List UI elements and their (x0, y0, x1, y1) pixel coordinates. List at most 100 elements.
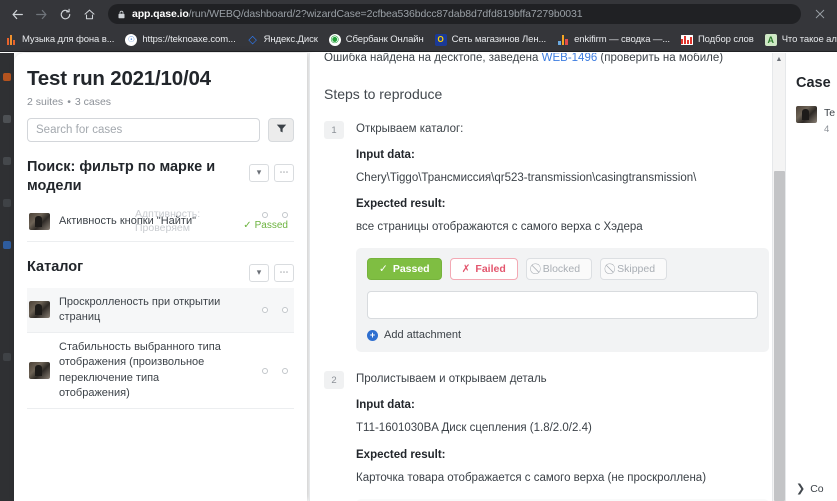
bug-note: Ошибка найдена на десктопе, заведена WEB… (324, 53, 769, 66)
comment-input[interactable] (367, 291, 758, 320)
avatar (29, 362, 50, 379)
list-item[interactable]: Стабильность выбранного типа отображения… (27, 333, 294, 409)
filter-icon (276, 121, 287, 139)
avatar (29, 212, 50, 230)
rail-icon-6[interactable] (3, 353, 11, 361)
home-icon[interactable] (78, 3, 100, 25)
bookmark-item[interactable]: A Что такое альтерна... (764, 33, 837, 46)
status-button-group: ✓ Passed ✗ Failed ⃠ Blocked (367, 258, 758, 281)
forward-arrow-icon[interactable] (30, 3, 52, 25)
page-title: Test run 2021/10/04 (27, 67, 211, 90)
status-dots (262, 306, 288, 313)
check-icon: ✓ (379, 263, 388, 276)
failed-button[interactable]: ✗ Failed (449, 258, 518, 281)
status-dot[interactable] (282, 306, 288, 313)
check-icon: ✓ (243, 219, 252, 231)
bug-note-suffix: (проверить на мобиле) (597, 53, 724, 64)
bookmark-item[interactable]: ◉ Сбербанк Онлайн (328, 33, 424, 46)
url-host: app.qase.io (132, 8, 189, 20)
reload-icon[interactable] (54, 3, 76, 25)
avatar (29, 301, 50, 319)
input-data-value: T11-1601030BA Диск сцепления (1.8/2.0/2.… (356, 422, 592, 435)
suite-actions: ▾ ⋯ (249, 158, 294, 182)
side-panel-footer[interactable]: ❯ Co (796, 482, 824, 496)
case-title: Стабильность выбранного типа отображения… (59, 341, 221, 399)
input-data-label: Input data: (356, 149, 415, 162)
app-body: Test run 2021/10/04 2 suites•3 cases Пои… (0, 53, 837, 501)
suite-case-list: Проскролленость при открытии страниц Ста… (27, 287, 294, 409)
step-number: 1 (324, 121, 344, 140)
bug-note-prefix: Ошибка найдена на десктопе, заведена (324, 53, 542, 64)
section-title: Steps to reproduce (324, 86, 443, 103)
content-scrollbar[interactable]: ▲ (772, 53, 785, 501)
chevron-down-icon[interactable]: ▾ (249, 163, 269, 182)
bookmark-label: Сеть магазинов Лен... (451, 34, 547, 45)
status-dot[interactable] (282, 211, 288, 218)
ellipsis-icon[interactable]: ⋯ (274, 163, 294, 182)
bookmark-item[interactable]: enkifirm — сводка —... (557, 34, 670, 46)
blocked-label: Blocked (542, 263, 581, 276)
list-item[interactable]: Активность кнопки "Найти" Адптивность: П… (27, 202, 294, 242)
input-data-value: Chery\Tiggo\Трансмиссия\qr523-transmissi… (356, 172, 697, 185)
scroll-up-arrow-icon[interactable]: ▲ (773, 53, 785, 66)
side-item-sub: 4 (824, 123, 830, 135)
globe-icon: ☉ (125, 33, 138, 46)
bookmark-item[interactable]: ☉ https://teknoaxe.com... (125, 33, 236, 46)
bookmark-item[interactable]: ◇ Яндекс.Диск (247, 34, 317, 46)
rail-icon-1[interactable] (3, 73, 11, 81)
scrollbar-thumb[interactable] (774, 171, 785, 501)
step-title: Открываем каталог: (356, 123, 464, 136)
lenta-icon: O (434, 33, 447, 46)
bars-icon (557, 34, 569, 46)
suite-header[interactable]: Каталог ▾ ⋯ (27, 258, 294, 282)
step-item: 1 Открываем каталог: Input data: Chery\T… (324, 121, 769, 353)
case-detail-content: Ошибка найдена на десктопе, заведена WEB… (309, 53, 785, 501)
expected-result-label: Expected result: (356, 198, 446, 211)
rail-icon-3[interactable] (3, 157, 11, 165)
step-item: 2 Пролистываем и открываем деталь Input … (324, 371, 769, 501)
list-item[interactable]: Проскролленость при открытии страниц (27, 287, 294, 334)
rail-icon-2[interactable] (3, 115, 11, 123)
add-attachment-button[interactable]: + Add attachment (367, 329, 758, 341)
search-input[interactable] (27, 117, 260, 142)
bookmark-item[interactable]: Музыка для фона в... (5, 34, 114, 46)
skipped-button[interactable]: ⃠ Skipped (600, 258, 668, 281)
bookmark-item[interactable]: O Сеть магазинов Лен... (434, 33, 547, 46)
suite-header[interactable]: Поиск: фильтр по марке и модели ▾ ⋯ (27, 158, 294, 196)
suite-actions: ▾ ⋯ (249, 258, 294, 282)
blocked-button[interactable]: ⃠ Blocked (525, 258, 593, 281)
suite-title: Каталог (27, 258, 84, 275)
list-item[interactable]: Te 4 (796, 106, 837, 138)
search-row (27, 117, 294, 142)
ellipsis-icon[interactable]: ⋯ (274, 263, 294, 282)
suite-case-list: Активность кнопки "Найти" Адптивность: П… (27, 202, 294, 242)
status-dot[interactable] (262, 211, 268, 218)
rail-icon-5[interactable] (3, 241, 11, 249)
chevron-down-icon[interactable]: ▾ (249, 263, 269, 282)
status-dot[interactable] (262, 367, 268, 374)
rail-icon-4[interactable] (3, 199, 11, 207)
bookmark-item[interactable]: Подбор слов (680, 34, 754, 46)
case-title: Активность кнопки "Найти" (59, 214, 196, 227)
back-arrow-icon[interactable] (6, 3, 28, 25)
yandex-disk-icon: ◇ (248, 34, 257, 46)
letter-a-icon: A (764, 33, 777, 46)
avatar (796, 106, 817, 123)
chevron-right-icon: ❯ (796, 483, 806, 495)
bookmark-label: Подбор слов (697, 34, 754, 45)
case-side-panel: Case Te 4 ❯ Co (785, 53, 837, 501)
filter-button[interactable] (268, 117, 294, 142)
status-dot[interactable] (262, 306, 268, 313)
passed-button[interactable]: ✓ Passed (367, 258, 442, 281)
status-dot[interactable] (282, 367, 288, 374)
address-bar[interactable]: app.qase.io/run/WEBQ/dashboard/2?wizardC… (108, 4, 801, 24)
passed-label: Passed (392, 263, 430, 276)
extensions-icon[interactable] (809, 3, 831, 25)
test-run-panel: Test run 2021/10/04 2 suites•3 cases Пои… (14, 53, 307, 501)
browser-window: app.qase.io/run/WEBQ/dashboard/2?wizardC… (0, 0, 837, 501)
bug-link[interactable]: WEB-1496 (542, 53, 598, 64)
url-text: app.qase.io/run/WEBQ/dashboard/2?wizardC… (132, 8, 583, 20)
status-label: Passed (254, 219, 288, 231)
cases-count: 3 cases (74, 95, 112, 108)
status-dots (262, 367, 288, 374)
